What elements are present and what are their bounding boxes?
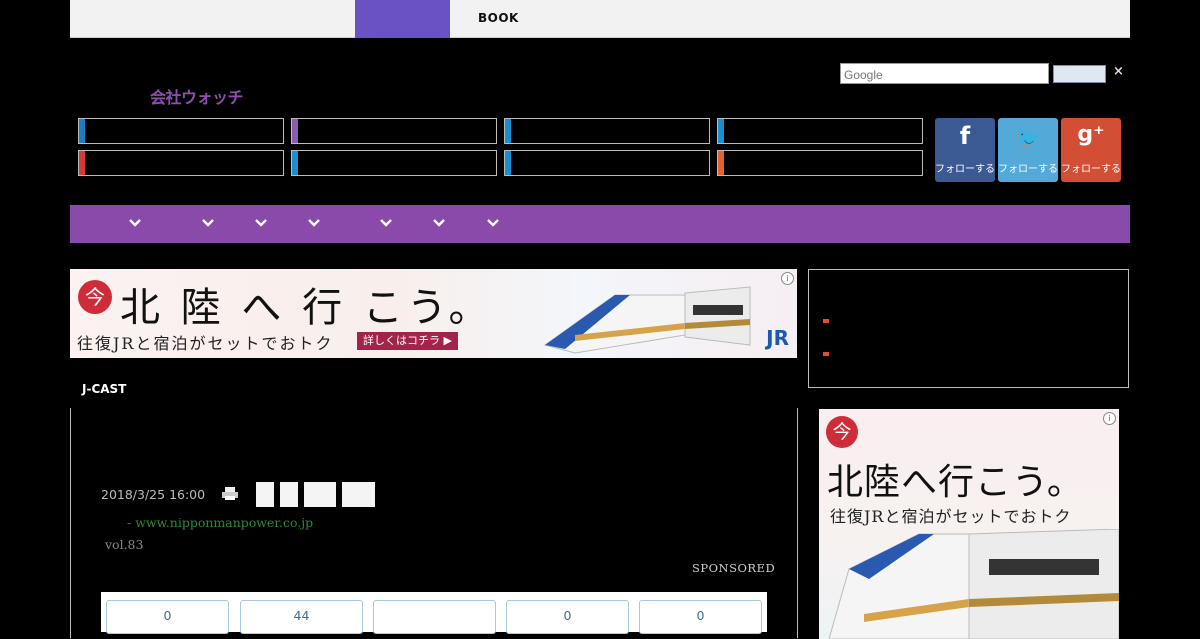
share-count[interactable] [373,600,496,634]
share-count[interactable]: 0 [106,600,229,634]
category-box[interactable] [291,118,497,144]
facebook-follow-button[interactable]: f フォローする [935,118,995,182]
chevron-down-icon[interactable] [200,215,216,231]
twitter-follow-button[interactable]: 🐦 フォローする [998,118,1058,182]
category-color-stripe [79,119,85,143]
follow-label: フォローする [998,164,1058,175]
sponsored-label: SPONSORED [692,561,776,575]
chevron-down-icon[interactable] [253,215,269,231]
search-button[interactable] [1053,65,1106,83]
category-box[interactable] [504,150,710,176]
chevron-down-icon[interactable] [485,215,501,231]
article-source: J-CAST [82,382,127,396]
banner-advertisement[interactable]: 今 北 陸 へ 行 こう。 往復JRと宿泊がセットでおトク 詳しくはコチラ ▶ … [70,269,797,358]
ad-cta-button[interactable]: 詳しくはコチラ ▶ [357,332,458,350]
chevron-down-icon[interactable] [378,215,394,231]
share-button[interactable] [304,482,336,507]
category-color-stripe [292,151,298,175]
category-box[interactable] [717,118,923,144]
ad-subline: 往復JRと宿泊がセットでおトク [77,334,334,353]
search-input[interactable] [840,63,1049,84]
follow-label: フォローする [935,164,995,175]
nav-tab-book[interactable]: BOOK [478,11,519,25]
google-plus-icon: g⁺ [1077,122,1105,147]
category-box[interactable] [78,118,284,144]
share-counts-bar: 0 44 0 0 [101,592,767,634]
google-plus-follow-button[interactable]: g⁺ フォローする [1061,118,1121,182]
train-illustration [829,529,1119,639]
twitter-icon: 🐦 [1015,126,1041,150]
category-color-stripe [292,119,298,143]
print-icon[interactable] [222,487,238,500]
sidebar-advertisement[interactable]: 今 北陸へ行こう。 往復JRと宿泊がセットでおトク i [819,409,1119,639]
jr-logo: JR [766,326,789,350]
article-volume: vol.83 [105,537,144,552]
ad-badge: 今 [826,416,858,448]
article-date: 2018/3/25 16:00 [101,487,206,502]
site-logo[interactable]: 会社ウォッチ [150,84,244,108]
bullet-icon [823,319,829,323]
follow-label: フォローする [1061,164,1121,175]
bullet-icon [823,352,829,356]
close-icon[interactable]: × [1113,64,1124,79]
ad-badge: 今 [78,280,112,314]
category-nav-bar [70,205,1130,243]
top-navigation-bar: BOOK [70,0,1130,38]
category-color-stripe [505,151,511,175]
sidebar-panel [808,269,1129,388]
category-box[interactable] [78,150,284,176]
category-box[interactable] [717,150,923,176]
share-count[interactable]: 0 [506,600,629,634]
category-color-stripe [718,119,724,143]
sponsor-link[interactable]: - www.nipponmanpower.co.jp [127,515,313,530]
chevron-down-icon[interactable] [431,215,447,231]
ad-info-icon[interactable]: i [1103,412,1116,425]
nav-tab-active[interactable] [355,0,450,38]
share-button[interactable] [280,482,298,507]
category-color-stripe [505,119,511,143]
share-count[interactable]: 44 [240,600,363,634]
share-button[interactable] [342,482,375,507]
chevron-down-icon[interactable] [127,215,143,231]
share-count[interactable]: 0 [639,600,762,634]
share-button[interactable] [256,482,274,507]
category-color-stripe [718,151,724,175]
chevron-down-icon[interactable] [306,215,322,231]
category-box[interactable] [291,150,497,176]
category-box[interactable] [504,118,710,144]
ad-info-icon[interactable]: i [781,272,794,285]
ad-headline: 北陸へ行こう。 [827,462,1084,503]
ad-subline: 往復JRと宿泊がセットでおトク [830,507,1072,526]
category-color-stripe [79,151,85,175]
facebook-icon: f [959,122,971,150]
train-illustration [543,286,751,354]
ad-headline: 北 陸 へ 行 こう。 [120,285,493,331]
